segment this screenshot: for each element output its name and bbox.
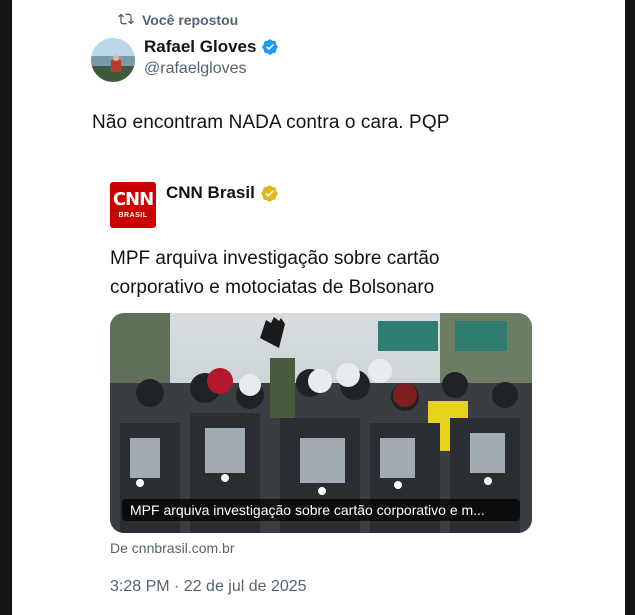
repost-label: Você repostou bbox=[142, 12, 239, 28]
media-caption: MPF arquiva investigação sobre cartão co… bbox=[122, 499, 520, 521]
author-name-row[interactable]: Rafael Gloves bbox=[144, 37, 279, 57]
window-frame-left bbox=[0, 0, 12, 615]
tweet-card[interactable]: Você repostou Rafael Gloves @rafaelglove… bbox=[12, 0, 625, 615]
avatar[interactable] bbox=[91, 38, 135, 82]
quote-media-image[interactable]: MPF arquiva investigação sobre cartão co… bbox=[110, 313, 532, 533]
tweet-timestamp[interactable]: 3:28 PM · 22 de jul de 2025 bbox=[110, 578, 307, 596]
gold-verified-badge-icon bbox=[261, 184, 278, 202]
quote-author-name[interactable]: CNN Brasil bbox=[166, 183, 255, 203]
quote-author-row[interactable]: CNN Brasil bbox=[166, 183, 279, 203]
window-frame-right bbox=[625, 0, 635, 615]
author-handle[interactable]: @rafaelgloves bbox=[144, 60, 247, 78]
verified-badge-icon bbox=[262, 39, 279, 55]
tweet-text: Não encontram NADA contra o cara. PQP bbox=[92, 112, 450, 133]
cnn-brasil-logo[interactable]: CNN BRASIL bbox=[110, 182, 156, 228]
repost-indicator[interactable]: Você repostou bbox=[118, 10, 238, 30]
author-name[interactable]: Rafael Gloves bbox=[144, 37, 256, 57]
link-source[interactable]: De cnnbrasil.com.br bbox=[110, 540, 235, 556]
repost-icon bbox=[118, 11, 134, 30]
quote-headline[interactable]: MPF arquiva investigação sobre cartão co… bbox=[110, 244, 530, 302]
